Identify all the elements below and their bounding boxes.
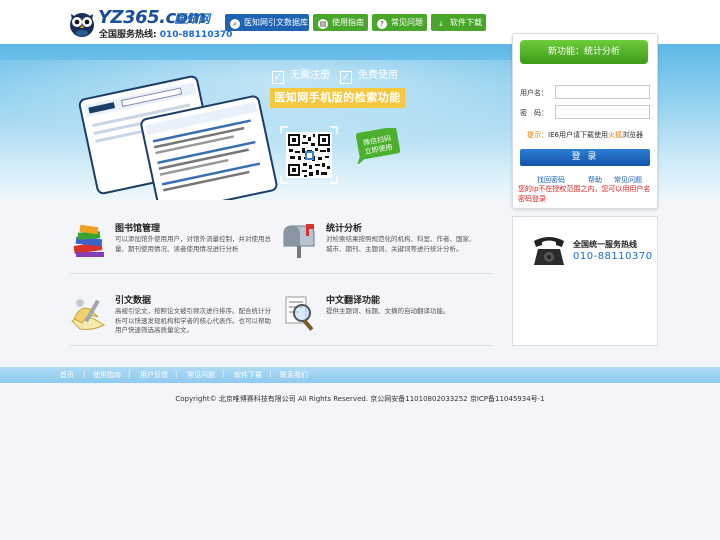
notebook-pen-icon <box>71 299 106 330</box>
header-hotline-number: 010-88110370 <box>159 30 233 40</box>
search-icon: ⌕ <box>230 19 240 29</box>
feature-title-library: 图书馆管理 <box>115 224 161 234</box>
feature-desc-citation: 高被引论文，按照论文被引频次进行排序。配合统计分析可以快速发现机构和学者的核心代… <box>115 307 271 334</box>
nav-label: 医知网引文数据库 <box>244 18 308 27</box>
banner-tag-text: 无需注册 <box>290 70 330 81</box>
banner-tag-text: 免费使用 <box>358 70 398 81</box>
feature-divider <box>70 345 492 346</box>
copyright-text: Copyright© 北京唯博赛科技有限公司 All Rights Reserv… <box>175 395 545 403</box>
feature-title-statistics: 统计分析 <box>326 224 363 234</box>
header-hotline-label: 全国服务热线: <box>99 30 157 40</box>
mobile-search-title: 医知网手机版的检索功能 <box>270 88 405 108</box>
footer-separator: | <box>269 370 272 378</box>
footer-separator: | <box>83 370 86 378</box>
footer-link-guide[interactable]: 使用指南 <box>93 370 121 380</box>
feature-desc-library: 可以添加馆外使用用户，对馆外流量控制，并对使用总量、期刊使用情况、读者使用情况进… <box>115 235 271 253</box>
username-input[interactable] <box>555 85 650 99</box>
feature-divider <box>70 273 492 274</box>
nav-software-download-button[interactable]: ↓ 软件下载 <box>431 14 486 31</box>
browser-tip: 提示：IE6用户请下载使用火狐浏览器 <box>527 130 643 140</box>
nav-faq-button[interactable]: ? 常见问题 <box>372 14 427 31</box>
ip-warning-message: 您的ip不在授权范围之内，您可以用用户名密码登录 <box>518 185 651 203</box>
question-icon: ? <box>377 19 387 29</box>
new-feature-stats-button[interactable]: 新功能：统计分析 <box>520 40 648 64</box>
nav-label: 常见问题 <box>391 18 423 27</box>
banner-tag-no-register: ✓ 无需注册 <box>272 66 330 84</box>
footer-separator: | <box>222 370 225 378</box>
password-label: 密 码： <box>520 109 548 117</box>
feature-desc-statistics: 对检索结果按照规范化的机构、科室、作者、国家、城市、期刊、主题词、关键词等进行统… <box>326 235 476 253</box>
login-button[interactable]: 登 录 <box>520 149 650 166</box>
checkbox-icon: ✓ <box>272 71 284 84</box>
nav-label: 软件下载 <box>450 18 482 27</box>
nav-label: 使用指南 <box>332 18 364 27</box>
feature-desc-translation: 提供主题词、标题、文摘的自动翻译功能。 <box>326 307 450 315</box>
book-icon: ▤ <box>318 19 328 29</box>
tip-suffix: 浏览器 <box>621 131 643 139</box>
mobile-screenshot-illustration <box>78 75 278 200</box>
banner-tag-free: ✓ 免费使用 <box>340 66 398 84</box>
hotline-label: 全国统一服务热线 <box>573 240 637 249</box>
tip-prefix: 提示： <box>527 131 548 139</box>
footer-link-download[interactable]: 软件下载 <box>234 370 262 380</box>
magnifier-icon <box>285 296 314 331</box>
qr-code-icon[interactable] <box>280 126 338 184</box>
site-logo[interactable]: YZ365.com 医知网 全国服务热线: 010-88110370 <box>68 6 232 42</box>
footer-link-home[interactable]: 首页 <box>60 370 74 380</box>
firefox-link[interactable]: 火狐 <box>608 131 622 139</box>
feature-title-translation: 中文翻译功能 <box>326 296 381 306</box>
footer-separator: | <box>175 370 178 378</box>
download-icon: ↓ <box>438 20 444 28</box>
wechat-scan-badge: 微信扫码 立即使用 <box>355 128 400 164</box>
library-books-icon <box>73 224 104 257</box>
footer-link-contact[interactable]: 联系我们 <box>280 370 308 380</box>
checkbox-icon: ✓ <box>340 71 352 84</box>
username-label: 用户名： <box>520 89 548 97</box>
feature-title-citation: 引文数据 <box>115 296 152 306</box>
nav-citation-database-button[interactable]: ⌕ 医知网引文数据库 <box>225 14 309 31</box>
header-hotline: 全国服务热线: 010-88110370 <box>99 27 232 40</box>
footer-separator: | <box>128 370 131 378</box>
password-input[interactable] <box>555 105 650 119</box>
hotline-number: 010-88110370 <box>573 251 653 262</box>
tip-text: IE6用户请下载使用 <box>548 131 608 139</box>
mailbox-icon <box>283 224 315 258</box>
footer-link-faq[interactable]: 常见问题 <box>187 370 215 380</box>
footer-link-feedback[interactable]: 用户反馈 <box>140 370 168 380</box>
owl-logo-icon <box>70 13 94 37</box>
nav-user-guide-button[interactable]: ▤ 使用指南 <box>313 14 368 31</box>
telephone-icon <box>534 237 564 265</box>
logo-subtitle: 医知网 <box>174 12 211 26</box>
